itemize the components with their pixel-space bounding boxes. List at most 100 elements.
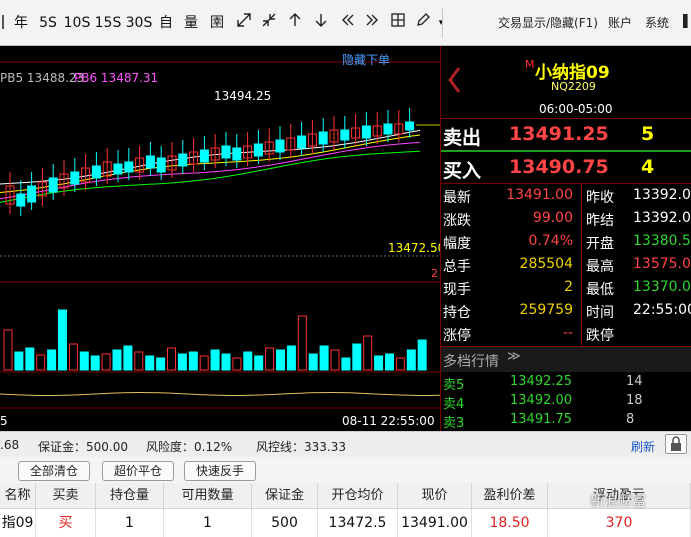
close-all-button[interactable]: 全部清仓 xyxy=(18,461,90,481)
volume-bar xyxy=(341,357,351,371)
menu-system[interactable]: 系统 xyxy=(645,14,669,31)
lock-icon[interactable] xyxy=(665,434,687,454)
stat-value: 259759 xyxy=(519,302,573,318)
period-10s[interactable]: 10S xyxy=(63,12,91,34)
toolbar-separator xyxy=(442,8,443,38)
candle-body xyxy=(156,157,166,173)
depth-quantity: 8 xyxy=(626,412,635,427)
period-30s[interactable]: 30S xyxy=(125,12,153,34)
arrow-down-icon[interactable] xyxy=(311,12,331,34)
volume-bar xyxy=(395,357,405,371)
bid-price[interactable]: 13490.75 xyxy=(509,156,609,178)
table-cell: 500 xyxy=(252,509,318,537)
column-header[interactable]: 开仓均价 xyxy=(318,483,398,509)
candle-body xyxy=(253,143,263,157)
depth-row[interactable]: 卖5 13492.25 14 xyxy=(441,374,691,393)
hide-order-link: 隐藏下单 xyxy=(342,53,390,67)
prev-contract-icon[interactable] xyxy=(447,66,461,94)
balance-value: .68 xyxy=(0,438,20,452)
stat-value: 13392.00 xyxy=(633,210,691,226)
double-chevron-down-icon[interactable]: ≫ xyxy=(507,349,521,364)
depth-row[interactable]: 卖3 13491.75 8 xyxy=(441,412,691,431)
draw-button[interactable]: 圉 xyxy=(206,12,228,34)
volume-bar xyxy=(177,353,187,371)
stat-label: 昨收 xyxy=(586,190,614,206)
stat-value: 13370.00 xyxy=(633,279,691,295)
volume-bar xyxy=(374,355,384,371)
depth-label: 卖4 xyxy=(443,397,465,412)
column-header[interactable]: 盈利价差 xyxy=(472,483,548,509)
volume-bar xyxy=(47,349,57,371)
reverse-position-button[interactable]: 快速反手 xyxy=(184,461,256,481)
volume-button[interactable]: 量 xyxy=(181,12,201,34)
depth-price: 13492.00 xyxy=(510,393,573,408)
stat-value: 285504 xyxy=(519,256,573,272)
volume-bar xyxy=(254,355,264,371)
candle-body xyxy=(91,165,101,179)
table-cell: 1 xyxy=(96,509,164,537)
candle-body xyxy=(199,149,209,163)
volume-bar xyxy=(406,349,416,371)
column-header[interactable]: 现价 xyxy=(398,483,472,509)
volume-bar xyxy=(276,349,285,371)
period-year[interactable]: 年 xyxy=(10,12,32,34)
period-5s[interactable]: 5S xyxy=(36,12,60,34)
stat-label: 持仓 xyxy=(443,305,471,321)
refresh-link[interactable]: 刷新 xyxy=(631,438,655,455)
stat-value: 13392.00 xyxy=(633,187,691,203)
volume-bar xyxy=(286,345,296,371)
pen-icon[interactable] xyxy=(413,12,433,34)
menu-account[interactable]: 账户 xyxy=(608,14,632,31)
arrow-up-icon[interactable] xyxy=(285,12,305,34)
column-header[interactable]: 保证金 xyxy=(252,483,318,509)
stat-label: 最新 xyxy=(443,190,471,206)
candle-body xyxy=(16,193,26,207)
menu-more[interactable]: ▌ xyxy=(683,14,691,28)
ask-price[interactable]: 13491.25 xyxy=(509,123,609,145)
candle-body xyxy=(145,155,155,169)
volume-bar xyxy=(265,347,275,371)
volume-bar xyxy=(199,355,209,371)
candle-body xyxy=(318,131,328,145)
kline-svg: PB5 13488.23 PB6 13487.31 隐藏下单 13494.25 … xyxy=(0,53,445,428)
rewind-icon[interactable] xyxy=(338,12,358,34)
volume-bar xyxy=(112,349,122,371)
high-price-label: 13494.25 xyxy=(214,89,271,103)
close-market-button[interactable]: 超价平仓 xyxy=(102,461,174,481)
ask-quantity: 5 xyxy=(641,123,655,145)
menu-trade-toggle[interactable]: 交易显示/隐藏(F1) xyxy=(498,14,598,31)
stat-value: 2 xyxy=(564,279,573,295)
margin-value: 保证金：500.00 xyxy=(38,440,128,454)
volume-bar xyxy=(25,347,35,371)
ma-line xyxy=(0,134,421,193)
custom-period-button[interactable]: 自 xyxy=(156,12,176,34)
layout-grid-icon[interactable] xyxy=(388,12,408,34)
position-actions: 全部清仓 超价平仓 快速反手 xyxy=(0,457,691,483)
collapse-icon[interactable] xyxy=(259,12,279,34)
depth-label: 卖5 xyxy=(443,378,465,393)
volume-bar xyxy=(90,355,100,371)
volume-bar xyxy=(14,351,24,371)
ask-label: 卖出 xyxy=(443,127,482,149)
column-header[interactable]: 名称 xyxy=(0,483,36,509)
volume-bar xyxy=(363,335,373,371)
moving-average-lines xyxy=(0,129,421,203)
period-15s[interactable]: 15S xyxy=(94,12,122,34)
candle-body xyxy=(48,177,58,193)
expand-icon[interactable] xyxy=(234,12,254,34)
stat-value: 13380.50 xyxy=(633,233,691,249)
dropdown-arrow-icon[interactable]: ▾ xyxy=(436,12,446,34)
left-axis-5: 5 xyxy=(0,414,8,428)
column-header[interactable]: 可用数量 xyxy=(164,483,252,509)
volume-bar xyxy=(167,347,176,371)
column-header[interactable]: 持仓量 xyxy=(96,483,164,509)
depth-quantity: 14 xyxy=(626,374,643,389)
forward-icon[interactable] xyxy=(362,12,382,34)
volume-bar xyxy=(156,357,166,371)
depth-row[interactable]: 卖4 13492.00 18 xyxy=(441,393,691,412)
column-header[interactable]: 买卖 xyxy=(36,483,96,509)
depth-header[interactable]: 多档行情 ≫ xyxy=(441,346,691,372)
kline-chart[interactable]: PB5 13488.23 PB6 13487.31 隐藏下单 13494.25 … xyxy=(0,46,445,431)
left-handle xyxy=(0,14,10,36)
trading-session: 06:00-05:00 xyxy=(539,102,613,116)
